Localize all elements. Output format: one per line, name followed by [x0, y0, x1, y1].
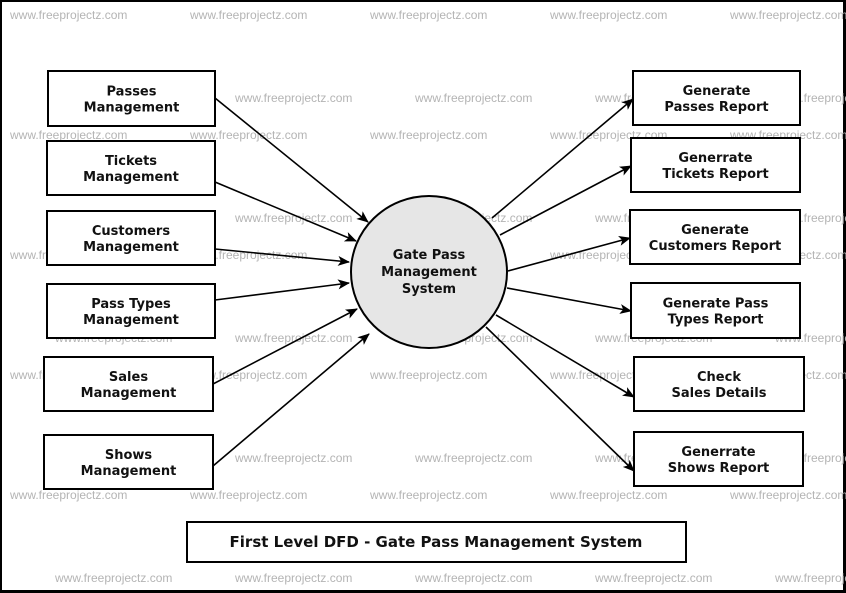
- entity-label-line: Customers Report: [649, 239, 781, 254]
- watermark-text: www.freeprojectz.com: [549, 488, 667, 502]
- dfd-diagram: www.freeprojectz.com www.freeprojectz.com…: [9, 8, 846, 585]
- entity-passes-management: PassesManagement: [47, 70, 216, 127]
- watermark-text: www.freeprojectz.com: [369, 368, 487, 382]
- watermark-text: www.freeprojectz.com: [729, 8, 846, 22]
- flow-arrow-generrate-shows-report: [485, 326, 635, 472]
- entity-label-line: Generate: [681, 223, 749, 238]
- watermark-text: www.freeprojectz.com: [234, 211, 352, 225]
- watermark-text: www.freeprojectz.com: [549, 8, 667, 22]
- entity-label-line: Sales Details: [672, 386, 767, 401]
- entity-label-line: Management: [81, 386, 177, 401]
- watermark-text: www.freeprojectz.com: [729, 488, 846, 502]
- entity-shows-management: ShowsManagement: [43, 434, 214, 490]
- entity-label-line: Management: [83, 170, 179, 185]
- entity-generate-passes-report: GeneratePasses Report: [632, 70, 801, 126]
- entity-label-line: Management: [83, 313, 179, 328]
- entity-generate-customers-report: GenerateCustomers Report: [629, 209, 801, 265]
- watermark-text: www.freeprojectz.com: [189, 488, 307, 502]
- entity-pass-types-management: Pass TypesManagement: [46, 283, 216, 339]
- entity-label-line: Passes: [107, 85, 157, 100]
- entity-label-line: Generate: [683, 84, 751, 99]
- watermark-text: www.freeprojectz.com: [414, 91, 532, 105]
- watermark-text: www.freeprojectz.com: [189, 8, 307, 22]
- entity-label-line: Types Report: [668, 313, 764, 328]
- entity-tickets-management: TicketsManagement: [46, 140, 216, 196]
- flow-arrow-pass-types-management: [214, 279, 350, 301]
- flow-arrow-shows-management: [212, 333, 370, 467]
- watermark-text: www.freeprojectz.com: [414, 451, 532, 465]
- entity-label-line: Shows Report: [668, 461, 770, 476]
- entity-label-line: Customers: [92, 224, 170, 239]
- watermark-text: www.freeprojectz.com: [369, 8, 487, 22]
- entity-label-line: Management: [83, 240, 179, 255]
- watermark-text: www.freeprojectz.com: [189, 128, 307, 142]
- entity-generrate-tickets-report: GenerrateTickets Report: [630, 137, 801, 193]
- diagram-title: First Level DFD - Gate Pass Management S…: [230, 533, 643, 551]
- entity-label-line: Management: [81, 464, 177, 479]
- entity-generrate-shows-report: GenerrateShows Report: [633, 431, 804, 487]
- entity-sales-management: SalesManagement: [43, 356, 214, 412]
- process-label-line-3: System: [402, 282, 456, 297]
- flow-arrow-passes-management: [214, 97, 369, 223]
- watermark-text: www.freeprojectz.com: [234, 91, 352, 105]
- entity-label-line: Tickets Report: [662, 167, 768, 182]
- entity-check-sales-details: CheckSales Details: [633, 356, 805, 412]
- watermark-text: www.freeprojectz.com: [9, 128, 127, 142]
- process-label-line-2: Management: [381, 265, 477, 280]
- process-label-line-1: Gate Pass: [393, 248, 466, 263]
- entity-label-line: Pass Types: [91, 297, 171, 312]
- flow-arrow-generate-pass-types-report: [506, 287, 632, 314]
- watermark-text: www.freeprojectz.com: [9, 8, 127, 22]
- entity-customers-management: CustomersManagement: [46, 210, 216, 266]
- entity-label-line: Sales: [109, 370, 148, 385]
- watermark-text: www.freeprojectz.com: [369, 488, 487, 502]
- entity-generate-pass-types-report: Generate PassTypes Report: [630, 282, 801, 339]
- watermark-text: www.freeprojectz.com: [54, 571, 172, 585]
- watermark-text: www.freeprojectz.com: [414, 571, 532, 585]
- entity-label-line: Generate Pass: [663, 297, 769, 312]
- watermark-text: www.freeprojectz.com: [369, 128, 487, 142]
- entity-label-line: Tickets: [105, 154, 157, 169]
- watermark-text: www.freeprojectz.com: [774, 571, 846, 585]
- watermark-text: www.freeprojectz.com: [234, 571, 352, 585]
- entity-label-line: Generrate: [678, 151, 752, 166]
- entity-label-line: Passes Report: [664, 100, 768, 115]
- flow-arrow-generate-passes-report: [491, 98, 634, 219]
- watermark-text: www.freeprojectz.com: [234, 451, 352, 465]
- entity-label-line: Shows: [105, 448, 153, 463]
- watermark-text: www.freeprojectz.com: [9, 488, 127, 502]
- entity-label-line: Check: [697, 370, 741, 385]
- entity-label-line: Generrate: [681, 445, 755, 460]
- entity-label-line: Management: [84, 101, 180, 116]
- watermark-text: www.freeprojectz.com: [594, 571, 712, 585]
